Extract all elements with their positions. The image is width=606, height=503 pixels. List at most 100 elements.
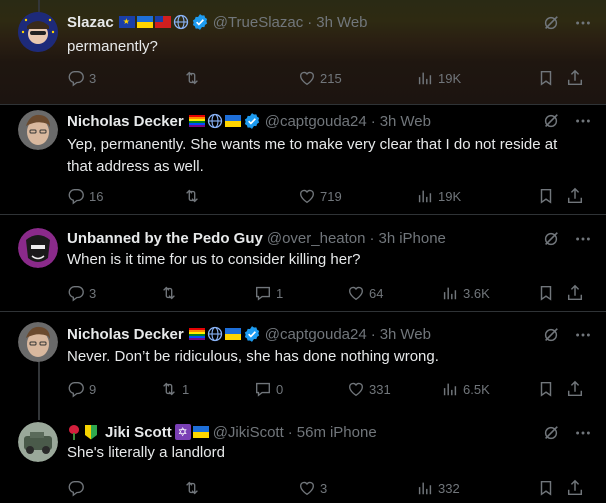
more-icon[interactable]: [574, 230, 592, 248]
tweet-actions: 3 215 19K: [67, 68, 591, 88]
avatar[interactable]: [18, 322, 58, 362]
share-button[interactable]: [566, 478, 584, 498]
separator: ·: [307, 13, 313, 31]
display-name[interactable]: Nicholas Decker: [67, 326, 184, 343]
bookmark-button[interactable]: [537, 478, 555, 498]
tweet-header: Unbanned by the Pedo Guy @over_heaton · …: [67, 228, 446, 248]
bookmark-button[interactable]: [537, 379, 555, 399]
display-name[interactable]: Unbanned by the Pedo Guy: [67, 230, 263, 247]
like-button[interactable]: 3: [298, 478, 327, 498]
retweet-button[interactable]: [160, 283, 182, 303]
grok-icon[interactable]: [542, 14, 560, 32]
retweet-icon: [186, 189, 198, 203]
quote-button[interactable]: 1: [254, 283, 283, 303]
views-button[interactable]: 19K: [416, 186, 461, 206]
reply-button[interactable]: [67, 478, 89, 498]
quote-icon: [256, 286, 270, 301]
handle[interactable]: @over_heaton: [267, 230, 366, 247]
reply-count: 16: [89, 188, 104, 204]
grok-icon[interactable]: [542, 326, 560, 344]
source: Web: [400, 112, 431, 130]
tweet-text: Never. Don’t be ridiculous, she has done…: [67, 348, 439, 365]
reply-button[interactable]: 9: [67, 379, 96, 399]
reply-button[interactable]: 3: [67, 283, 96, 303]
tweet-top-actions: [542, 424, 592, 442]
timestamp[interactable]: 3h: [380, 113, 397, 130]
like-icon: [349, 286, 363, 301]
reply-button[interactable]: 3: [67, 68, 96, 88]
like-button[interactable]: 215: [298, 68, 342, 88]
quote-count: 0: [276, 381, 284, 397]
display-name[interactable]: Slazac: [67, 14, 114, 31]
timestamp[interactable]: 3h: [379, 230, 396, 247]
views-icon: [418, 72, 432, 85]
tweet-text: Yep, permanently. She wants me to make v…: [67, 136, 558, 175]
handle[interactable]: @TrueSlazac: [213, 14, 304, 31]
view-count: 19K: [438, 188, 462, 204]
bookmark-icon: [540, 188, 552, 204]
tweet-decker-1[interactable]: Nicholas Decker @captgouda24 · 3h Web Ye…: [0, 105, 606, 211]
bookmark-icon: [540, 70, 552, 86]
share-button[interactable]: [566, 283, 584, 303]
views-button[interactable]: 19K: [416, 68, 461, 88]
bookmark-button[interactable]: [537, 68, 555, 88]
tweet-top-actions: [542, 230, 592, 248]
tweet-decker-2[interactable]: Nicholas Decker @captgouda24 · 3h Web Ne…: [0, 312, 606, 408]
share-button[interactable]: [566, 379, 584, 399]
like-icon: [349, 382, 363, 397]
tweet-slazac[interactable]: Slazac @TrueSlazac · 3h Web permanently?…: [0, 0, 606, 104]
retweet-button[interactable]: [183, 68, 205, 88]
bookmark-button[interactable]: [537, 283, 555, 303]
star-of-david-icon: ✡: [174, 424, 191, 440]
avatar[interactable]: [18, 12, 58, 52]
reply-button[interactable]: 16: [67, 186, 103, 206]
grok-icon[interactable]: [542, 230, 560, 248]
more-icon[interactable]: [574, 326, 592, 344]
avatar[interactable]: [18, 110, 58, 150]
avatar[interactable]: [18, 422, 58, 462]
handle[interactable]: @captgouda24: [265, 326, 367, 343]
like-button[interactable]: 331: [347, 379, 391, 399]
rainbow-flag-icon: [188, 328, 205, 340]
share-button[interactable]: [566, 68, 584, 88]
taiwan-flag-icon: [154, 16, 171, 28]
bookmark-icon: [540, 285, 552, 301]
more-icon[interactable]: [574, 14, 592, 32]
like-icon: [300, 71, 314, 86]
retweet-icon: [163, 382, 175, 396]
handle[interactable]: @JikiScott: [213, 424, 284, 441]
like-count: 719: [320, 188, 342, 204]
like-count: 331: [369, 381, 391, 397]
separator: ·: [370, 112, 376, 130]
bookmark-button[interactable]: [537, 186, 555, 206]
display-name[interactable]: Jiki Scott: [105, 424, 172, 441]
retweet-button[interactable]: [183, 186, 205, 206]
handle[interactable]: @captgouda24: [265, 113, 367, 130]
reply-icon: [68, 71, 84, 87]
like-button[interactable]: 719: [298, 186, 342, 206]
views-button[interactable]: 6.5K: [441, 379, 490, 399]
like-count: 64: [369, 285, 384, 301]
tweet-text: When is it time for us to consider killi…: [67, 251, 361, 268]
views-button[interactable]: 332: [416, 478, 460, 498]
timestamp[interactable]: 3h: [316, 14, 333, 31]
views-button[interactable]: 3.6K: [441, 283, 490, 303]
reply-count: 3: [89, 70, 97, 86]
retweet-button[interactable]: 1: [160, 379, 189, 399]
tweet-jiki-scott[interactable]: Jiki Scott ✡ @JikiScott · 56m iPhone She…: [0, 408, 606, 503]
timestamp[interactable]: 56m: [297, 424, 326, 441]
source: iPhone: [329, 423, 377, 441]
grok-icon[interactable]: [542, 112, 560, 130]
timestamp[interactable]: 3h: [380, 326, 397, 343]
display-name[interactable]: Nicholas Decker: [67, 113, 184, 130]
grok-icon[interactable]: [542, 424, 560, 442]
like-button[interactable]: 64: [347, 283, 383, 303]
globe-icon: [207, 326, 222, 342]
tweet-over-heaton[interactable]: Unbanned by the Pedo Guy @over_heaton · …: [0, 215, 606, 311]
avatar[interactable]: [18, 228, 58, 268]
retweet-button[interactable]: [183, 478, 205, 498]
more-icon[interactable]: [574, 112, 592, 130]
quote-button[interactable]: 0: [254, 379, 283, 399]
share-button[interactable]: [566, 186, 584, 206]
more-icon[interactable]: [574, 424, 592, 442]
